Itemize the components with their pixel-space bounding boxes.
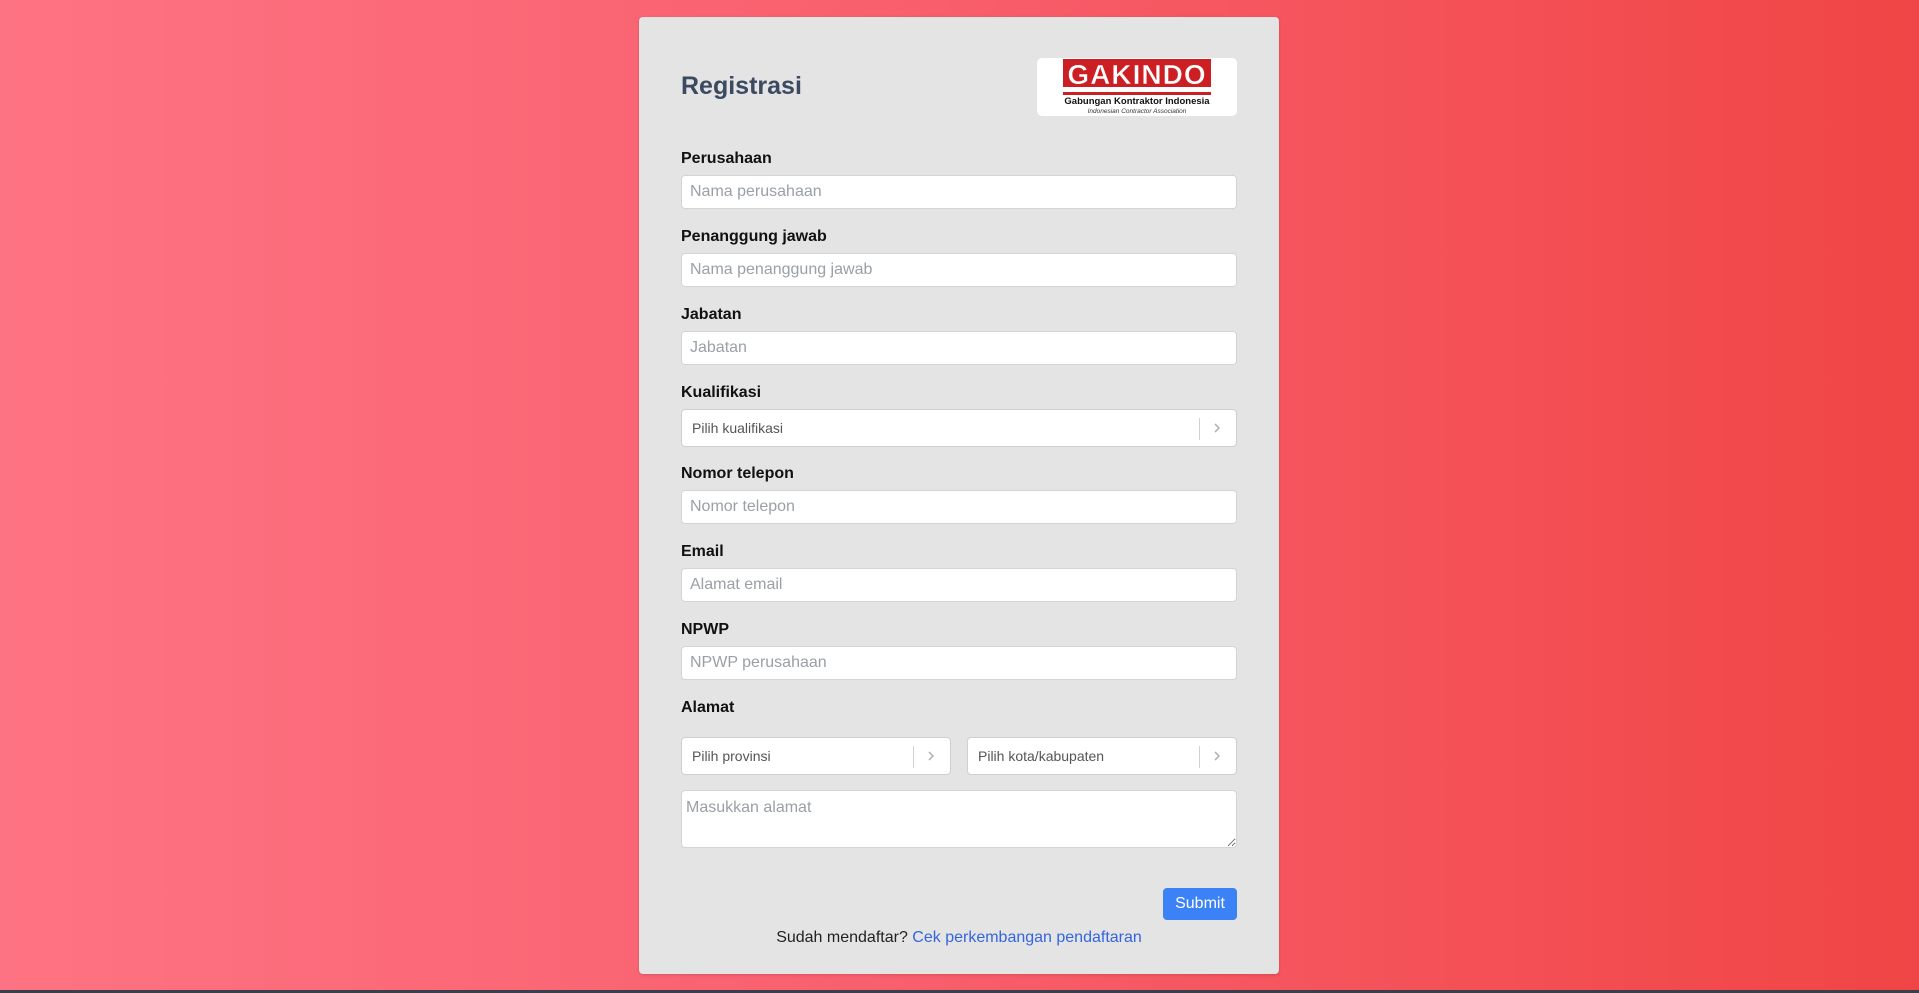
kualifikasi-select-placeholder: Pilih kualifikasi <box>692 420 784 436</box>
chevron-right-icon <box>928 751 935 761</box>
alamat-textarea[interactable] <box>681 790 1237 848</box>
alamat-label: Alamat <box>681 699 735 716</box>
select-separator <box>1199 418 1200 440</box>
kualifikasi-select[interactable]: Pilih kualifikasi <box>681 409 1237 447</box>
chevron-right-icon <box>1214 423 1221 433</box>
select-separator <box>1199 746 1200 768</box>
chevron-right-icon <box>1214 751 1221 761</box>
footer-line: Sudah mendaftar? Cek perkembangan pendaf… <box>639 929 1279 947</box>
submit-button[interactable]: Submit <box>1163 888 1237 920</box>
check-registration-link[interactable]: Cek perkembangan pendaftaran <box>912 929 1142 946</box>
perusahaan-label: Perusahaan <box>681 150 772 167</box>
provinsi-select-placeholder: Pilih provinsi <box>692 748 771 764</box>
kota-select-placeholder: Pilih kota/kabupaten <box>978 748 1105 764</box>
kota-select[interactable]: Pilih kota/kabupaten <box>967 737 1237 775</box>
gakindo-logo: GAKINDO Gabungan Kontraktor Indonesia In… <box>1037 58 1237 116</box>
npwp-input[interactable] <box>681 646 1237 680</box>
email-label: Email <box>681 543 724 560</box>
telepon-input[interactable] <box>681 490 1237 524</box>
svg-text:GAKINDO: GAKINDO <box>1067 59 1206 90</box>
penanggung-jawab-input[interactable] <box>681 253 1237 287</box>
jabatan-input[interactable] <box>681 331 1237 365</box>
provinsi-select[interactable]: Pilih provinsi <box>681 737 951 775</box>
svg-text:Indonesian Contractor Associat: Indonesian Contractor Association <box>1088 108 1187 115</box>
telepon-label: Nomor telepon <box>681 465 794 482</box>
footer-text: Sudah mendaftar? <box>776 929 908 946</box>
page-title: Registrasi <box>681 72 802 100</box>
jabatan-label: Jabatan <box>681 306 742 323</box>
kualifikasi-label: Kualifikasi <box>681 384 762 401</box>
npwp-label: NPWP <box>681 621 729 638</box>
perusahaan-input[interactable] <box>681 175 1237 209</box>
select-separator <box>913 746 914 768</box>
svg-text:Gabungan Kontraktor Indonesia: Gabungan Kontraktor Indonesia <box>1064 96 1210 107</box>
email-input[interactable] <box>681 568 1237 602</box>
registration-card: Registrasi GAKINDO Gabungan Kontraktor I… <box>639 17 1279 974</box>
penanggung-jawab-label: Penanggung jawab <box>681 228 827 245</box>
